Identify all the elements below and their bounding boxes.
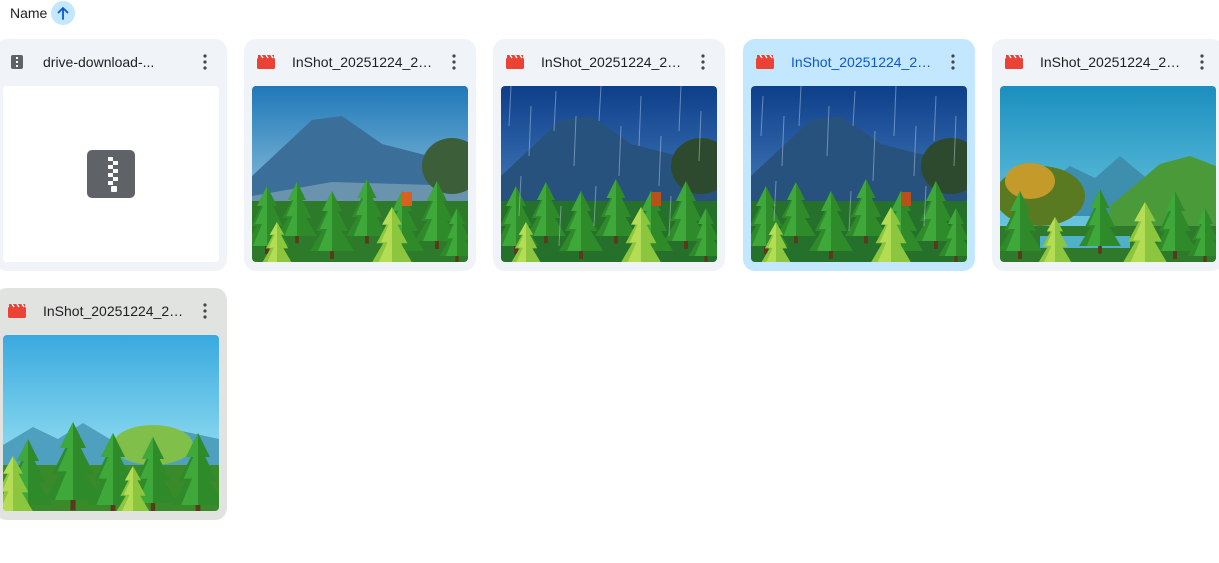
- sort-direction-button[interactable]: [51, 1, 76, 25]
- more-actions-button[interactable]: [442, 50, 466, 74]
- video-file-icon: [7, 303, 27, 319]
- file-preview[interactable]: [501, 86, 717, 262]
- more-actions-button[interactable]: [193, 299, 217, 323]
- file-preview[interactable]: [3, 86, 219, 262]
- file-card-video[interactable]: InShot_20251224_22...: [244, 39, 476, 271]
- sort-label: Name: [10, 5, 48, 21]
- video-file-icon: [256, 54, 276, 70]
- arrow-up-icon: [57, 7, 69, 20]
- file-card-header: InShot_20251224_22...: [743, 39, 975, 85]
- file-name[interactable]: InShot_20251224_23...: [43, 303, 188, 319]
- sort-bar: Name: [10, 0, 76, 26]
- file-card-header: InShot_20251224_22...: [244, 39, 476, 85]
- file-preview[interactable]: [3, 335, 219, 511]
- file-name[interactable]: InShot_20251224_22...: [292, 54, 437, 70]
- more-vert-icon: [701, 54, 705, 70]
- video-file-icon: [505, 54, 525, 70]
- file-card-header: InShot_20251224_22...: [493, 39, 725, 85]
- more-vert-icon: [203, 303, 207, 319]
- file-name[interactable]: InShot_20251224_22...: [791, 54, 936, 70]
- more-actions-button[interactable]: [691, 50, 715, 74]
- zip-file-icon: [87, 150, 135, 198]
- file-card-video[interactable]: InShot_20251224_22...: [992, 39, 1219, 271]
- file-name[interactable]: drive-download-...: [43, 54, 188, 70]
- more-vert-icon: [452, 54, 456, 70]
- more-vert-icon: [203, 54, 207, 70]
- more-vert-icon: [951, 54, 955, 70]
- file-card-drive-download[interactable]: drive-download-...: [0, 39, 227, 271]
- video-file-icon: [1004, 54, 1024, 70]
- more-actions-button[interactable]: [1190, 50, 1214, 74]
- file-preview[interactable]: [751, 86, 967, 262]
- more-vert-icon: [1200, 54, 1204, 70]
- more-actions-button[interactable]: [941, 50, 965, 74]
- file-name[interactable]: InShot_20251224_22...: [1040, 54, 1185, 70]
- video-file-icon: [755, 54, 775, 70]
- zip-file-icon: [7, 54, 27, 70]
- file-card-video-selected[interactable]: InShot_20251224_22...: [743, 39, 975, 271]
- file-card-header: drive-download-...: [0, 39, 227, 85]
- file-card-header: InShot_20251224_22...: [992, 39, 1219, 85]
- file-name[interactable]: InShot_20251224_22...: [541, 54, 686, 70]
- file-card-video[interactable]: InShot_20251224_22...: [493, 39, 725, 271]
- more-actions-button[interactable]: [193, 50, 217, 74]
- file-card-video[interactable]: InShot_20251224_23...: [0, 288, 227, 520]
- file-preview[interactable]: [252, 86, 468, 262]
- file-preview[interactable]: [1000, 86, 1216, 262]
- file-card-header: InShot_20251224_23...: [0, 288, 227, 334]
